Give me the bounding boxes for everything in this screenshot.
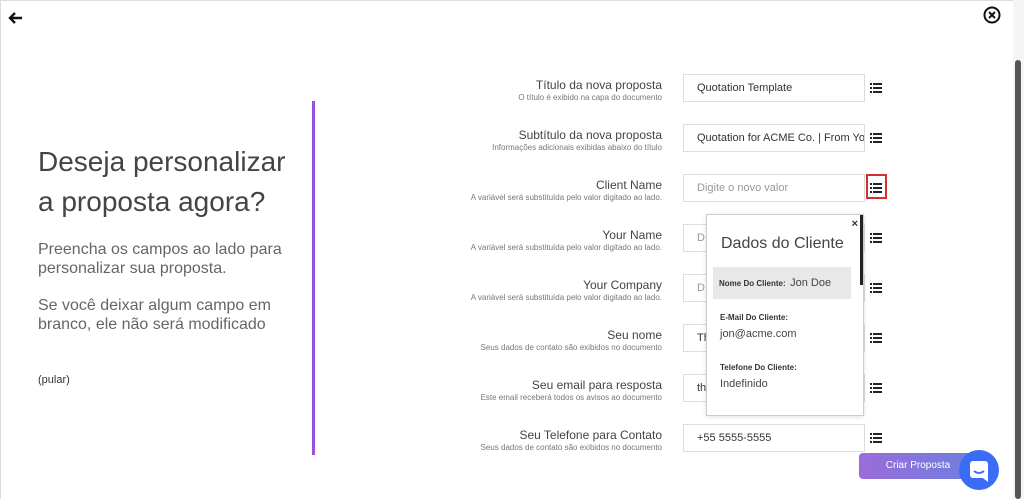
field-help-text: Informações adicionais exibidas abaixo d… bbox=[492, 143, 662, 152]
popup-field-client-email[interactable]: E-Mail Do Cliente: jon@acme.com bbox=[713, 313, 858, 340]
title-line-1: Deseja personalizar bbox=[38, 146, 286, 177]
field-label: Your Company A variável será substituída… bbox=[471, 278, 662, 303]
chat-icon[interactable] bbox=[959, 450, 999, 490]
field-help-text: A variável será substituída pelo valor d… bbox=[470, 243, 662, 252]
form-row-phone: Seu Telefone para Contato Seus dados de … bbox=[420, 424, 890, 456]
list-icon[interactable] bbox=[870, 430, 884, 444]
back-arrow-icon[interactable] bbox=[8, 10, 24, 26]
field-label-main: Client Name bbox=[595, 178, 662, 192]
field-label: Your Name A variável será substituída pe… bbox=[471, 228, 662, 253]
list-icon[interactable] bbox=[870, 380, 884, 394]
field-help-text: Este email receberá todos os avisos ao d… bbox=[480, 393, 662, 402]
intro-panel: Deseja personalizar a proposta agora? Pr… bbox=[38, 142, 308, 386]
field-help-text: A variável será substituída pelo valor d… bbox=[470, 193, 662, 202]
popup-field-label: E-Mail Do Cliente: bbox=[720, 313, 789, 322]
field-label-main: Your Name bbox=[602, 228, 662, 242]
popup-field-value: jon@acme.com bbox=[720, 328, 797, 340]
subtitle-line-1: Preencha os campos ao lado para bbox=[38, 241, 282, 258]
vertical-divider bbox=[312, 101, 315, 455]
skip-link[interactable]: (pular) bbox=[38, 374, 70, 386]
popup-field-value: Jon Doe bbox=[790, 277, 832, 289]
form-row-client-name: Client Name A variável será substituída … bbox=[420, 174, 890, 206]
field-label: Título da nova proposta O título é exibi… bbox=[518, 78, 662, 103]
intro-subtitle: Preencha os campos ao lado para personal… bbox=[38, 240, 308, 278]
popup-field-label: Telefone Do Cliente: bbox=[720, 363, 797, 372]
field-help-text: O título é exibido na capa do documento bbox=[518, 93, 662, 102]
client-name-input[interactable]: Digite o novo valor bbox=[683, 174, 865, 202]
field-label: Seu nome Seus dados de contato são exibi… bbox=[481, 328, 662, 353]
title-line-2: a proposta agora? bbox=[38, 186, 266, 217]
popup-field-value: Indefinido bbox=[720, 378, 768, 390]
field-help-text: Seus dados de contato são exibidos no do… bbox=[480, 443, 662, 452]
client-data-popup: × Dados do Cliente Nome Do Cliente: Jon … bbox=[706, 214, 864, 416]
form-row-title: Título da nova proposta O título é exibi… bbox=[420, 74, 890, 106]
popup-field-label: Nome Do Cliente: bbox=[719, 279, 786, 288]
list-icon[interactable] bbox=[870, 80, 884, 94]
popup-close-icon[interactable]: × bbox=[852, 218, 858, 230]
list-icon[interactable] bbox=[870, 330, 884, 344]
list-icon[interactable] bbox=[870, 280, 884, 294]
field-help-text: Seus dados de contato são exibidos no do… bbox=[480, 343, 662, 352]
popup-title: Dados do Cliente bbox=[721, 235, 844, 252]
field-label: Client Name A variável será substituída … bbox=[471, 178, 662, 203]
field-label-main: Seu email para resposta bbox=[531, 378, 662, 392]
popup-field-client-name[interactable]: Nome Do Cliente: Jon Doe bbox=[713, 267, 851, 299]
field-label: Seu email para resposta Este email receb… bbox=[481, 378, 662, 403]
field-label-main: Título da nova proposta bbox=[535, 78, 662, 92]
field-label-main: Seu Telefone para Contato bbox=[519, 428, 662, 442]
popup-scrollbar[interactable] bbox=[860, 215, 863, 285]
phone-input[interactable]: +55 5555-5555 bbox=[683, 424, 865, 452]
subtitle-input[interactable]: Quotation for ACME Co. | From You bbox=[683, 124, 865, 152]
field-label-main: Seu nome bbox=[607, 328, 662, 342]
note-line-2: branco, ele não será modificado bbox=[38, 316, 266, 333]
field-help-text: A variável será substituída pelo valor d… bbox=[470, 293, 662, 302]
title-input[interactable]: Quotation Template bbox=[683, 74, 865, 102]
field-label: Seu Telefone para Contato Seus dados de … bbox=[481, 428, 662, 453]
list-icon[interactable] bbox=[870, 130, 884, 144]
list-icon[interactable] bbox=[870, 230, 884, 244]
page-title: Deseja personalizar a proposta agora? bbox=[38, 142, 308, 222]
popup-field-client-phone[interactable]: Telefone Do Cliente: Indefinido bbox=[713, 363, 858, 390]
highlight-box bbox=[866, 174, 887, 199]
field-label-main: Your Company bbox=[583, 278, 662, 292]
intro-note: Se você deixar algum campo em branco, el… bbox=[38, 296, 308, 334]
field-label: Subtítulo da nova proposta Informações a… bbox=[492, 128, 662, 153]
page-scrollbar-thumb[interactable] bbox=[1015, 60, 1021, 499]
field-label-main: Subtítulo da nova proposta bbox=[518, 128, 662, 142]
note-line-1: Se você deixar algum campo em bbox=[38, 297, 271, 314]
form-row-subtitle: Subtítulo da nova proposta Informações a… bbox=[420, 124, 890, 156]
subtitle-line-2: personalizar sua proposta. bbox=[38, 260, 227, 277]
close-circle-icon[interactable] bbox=[983, 6, 1001, 24]
